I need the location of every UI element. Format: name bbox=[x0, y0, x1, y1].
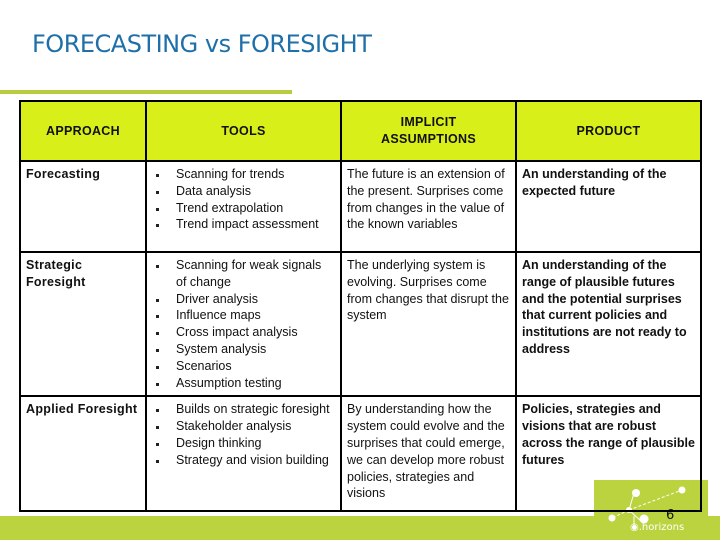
product-cell: Policies, strategies and visions that ar… bbox=[515, 395, 702, 513]
product-cell: An understanding of the expected future bbox=[515, 160, 702, 253]
header-assumptions: IMPLICIT ASSUMPTIONS bbox=[340, 100, 517, 162]
list-item: Assumption testing bbox=[152, 375, 335, 392]
list-item: Influence maps bbox=[152, 307, 335, 324]
tools-list: Builds on strategic foresight Stakeholde… bbox=[152, 401, 335, 468]
table-row: Strategic Foresight Scanning for weak si… bbox=[19, 250, 702, 398]
list-item: Scanning for weak signals of change bbox=[152, 257, 335, 291]
tools-cell: Scanning for trends Data analysis Trend … bbox=[145, 160, 342, 253]
list-item: Trend extrapolation bbox=[152, 200, 335, 217]
approach-cell: Forecasting bbox=[19, 160, 147, 253]
tools-list: Scanning for trends Data analysis Trend … bbox=[152, 166, 335, 233]
list-item: Strategy and vision building bbox=[152, 452, 335, 469]
tools-list: Scanning for weak signals of change Driv… bbox=[152, 257, 335, 391]
header-product: PRODUCT bbox=[515, 100, 702, 162]
table-row: Forecasting Scanning for trends Data ana… bbox=[19, 160, 702, 253]
list-item: Trend impact assessment bbox=[152, 216, 335, 233]
list-item: Driver analysis bbox=[152, 291, 335, 308]
assumptions-cell: By understanding how the system could ev… bbox=[340, 395, 517, 513]
list-item: Data analysis bbox=[152, 183, 335, 200]
approach-cell: Strategic Foresight bbox=[19, 250, 147, 398]
product-cell: An understanding of the range of plausib… bbox=[515, 250, 702, 398]
header-row: APPROACH TOOLS IMPLICIT ASSUMPTIONS PROD… bbox=[19, 100, 702, 162]
table-row: Applied Foresight Builds on strategic fo… bbox=[19, 395, 702, 513]
list-item: System analysis bbox=[152, 341, 335, 358]
header-tools: TOOLS bbox=[145, 100, 342, 162]
list-item: Scanning for trends bbox=[152, 166, 335, 183]
slide-title: FORECASTING vs FORESIGHT bbox=[32, 30, 372, 58]
tools-cell: Builds on strategic foresight Stakeholde… bbox=[145, 395, 342, 513]
header-approach: APPROACH bbox=[19, 100, 147, 162]
tools-cell: Scanning for weak signals of change Driv… bbox=[145, 250, 342, 398]
list-item: Design thinking bbox=[152, 435, 335, 452]
list-item: Stakeholder analysis bbox=[152, 418, 335, 435]
list-item: Scenarios bbox=[152, 358, 335, 375]
list-item: Builds on strategic foresight bbox=[152, 401, 335, 418]
assumptions-cell: The future is an extension of the presen… bbox=[340, 160, 517, 253]
list-item: Cross impact analysis bbox=[152, 324, 335, 341]
comparison-table: APPROACH TOOLS IMPLICIT ASSUMPTIONS PROD… bbox=[19, 100, 702, 513]
logo-text: ◉.horizons bbox=[630, 522, 685, 533]
approach-cell: Applied Foresight bbox=[19, 395, 147, 513]
title-underline bbox=[0, 90, 292, 94]
assumptions-cell: The underlying system is evolving. Surpr… bbox=[340, 250, 517, 398]
